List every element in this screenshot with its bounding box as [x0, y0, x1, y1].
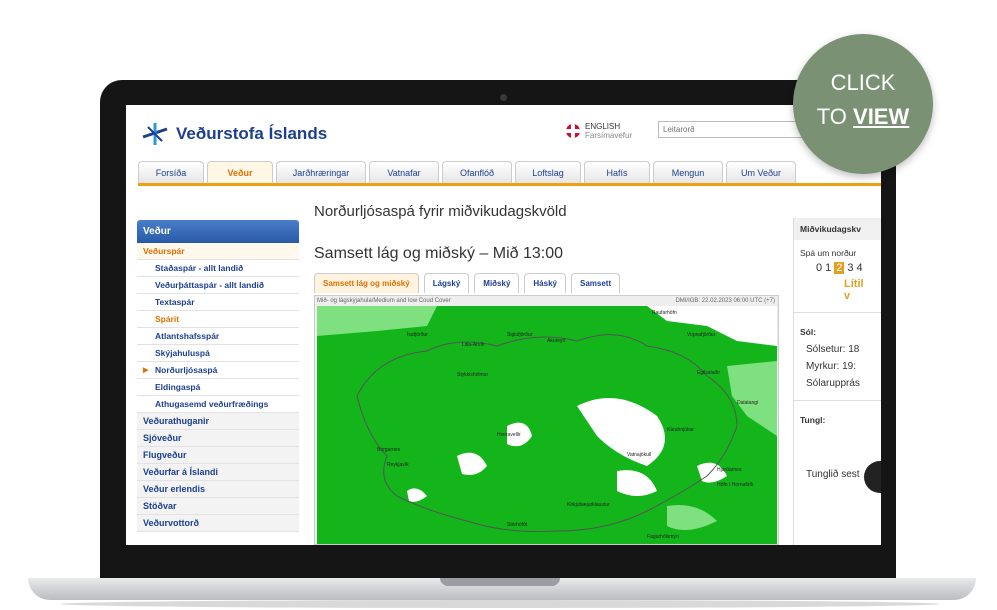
sidebar-header[interactable]: Veður	[137, 220, 299, 243]
tab-vatnafar[interactable]: Vatnafar	[369, 161, 439, 183]
sidebar-item-textaspar[interactable]: Textaspár	[137, 294, 299, 311]
sidebar-item-sparit[interactable]: Spárit	[137, 311, 299, 328]
main-navigation: Forsíða Veður Jarðhræringar Vatnafar Ofa…	[138, 161, 881, 186]
mobile-site-link[interactable]: Farsímavefur	[585, 131, 632, 140]
sidebar-item-stadaspar[interactable]: Staðaspár - allt landið	[137, 260, 299, 277]
map-place-borgarnes: Borgarnes	[377, 447, 401, 453]
kp-value: 3	[847, 262, 854, 274]
map-place-raufarhofn: Raufarhöfn	[652, 310, 677, 316]
sidebar-item-vedurathuganir[interactable]: Veðurathuganir	[137, 413, 299, 430]
language-label: ENGLISH	[585, 122, 621, 131]
cta-view-label: VIEW	[853, 104, 910, 129]
tab-jardhraeringar[interactable]: Jarðhræringar	[276, 161, 366, 183]
cloud-cover-map[interactable]: Mið- og lágskýjahula/Medium and low Coud…	[314, 295, 779, 545]
kp-value-selected: 2	[834, 262, 845, 274]
tab-samsett-lag-midsky[interactable]: Samsett lág og miðský	[314, 273, 419, 293]
sunrise-time: Sólarupprás	[806, 378, 860, 389]
uk-flag-icon	[566, 124, 580, 138]
tab-lagsky[interactable]: Lágský	[423, 273, 470, 293]
site-logo[interactable]: Veðurstofa Íslands	[140, 119, 327, 149]
kp-value: 0	[816, 262, 823, 274]
logo-icon	[142, 123, 168, 145]
map-place-fagurholsmyri: Fagurhólsmýri	[647, 534, 679, 540]
tab-mengun[interactable]: Mengun	[653, 161, 723, 183]
iceland-map: Raufarhöfn Vopnafjörður Akureyri Ísafjör…	[317, 306, 777, 544]
map-date: DMI/IGB: 22.02.2023 06:00 UTC (+7)	[675, 298, 775, 304]
map-place-hveravellir: Hveravellir	[497, 432, 521, 438]
kp-value: 1	[825, 262, 832, 274]
laptop-notch	[440, 578, 560, 586]
tab-loftslag[interactable]: Loftslag	[515, 161, 581, 183]
sun-heading: Sól:	[794, 312, 881, 341]
tab-hasky[interactable]: Háský	[524, 273, 566, 293]
tab-um-vedur[interactable]: Um Veður	[726, 161, 796, 183]
laptop-camera	[500, 94, 507, 101]
forecast-panel: Miðvikudagskv Spá um norður 0 1 2 3 4 Lí…	[793, 218, 881, 545]
map-place-karahnjukar: Kárahnjúkar	[667, 427, 694, 433]
section-title: Samsett lág og miðský – Mið 13:00	[314, 245, 564, 262]
cloud-layer-tabs: Samsett lág og miðský Lágský Miðský Hásk…	[314, 273, 621, 293]
cta-line2: TO VIEW	[793, 104, 933, 130]
sidebar-item-vedurvottord[interactable]: Veðurvottorð	[137, 515, 299, 532]
sidebar-item-stodvar[interactable]: Stöðvar	[137, 498, 299, 515]
language-switch[interactable]: ENGLISH Farsímavefur	[566, 122, 632, 140]
map-place-hjardarnes: Hjarðarnes	[717, 466, 742, 473]
sidebar: Veður Veðurspár Staðaspár - allt landið …	[137, 220, 299, 532]
browser-screen: Veðurstofa Íslands ENGLISH Farsímavefur …	[126, 105, 881, 545]
logo-text: Veðurstofa Íslands	[176, 124, 328, 143]
laptop-shadow	[60, 600, 940, 608]
dark-time: Myrkur: 19:	[806, 361, 857, 372]
sidebar-item-vedurfar[interactable]: Veðurfar á Íslandi	[137, 464, 299, 481]
map-place-vatnajokull: Vatnajökull	[627, 452, 651, 458]
sidebar-item-sjovedur[interactable]: Sjóveður	[137, 430, 299, 447]
map-place-hofn: Höfn í Hornafirði	[717, 481, 753, 488]
sidebar-item-athugasemd[interactable]: Athugasemd veðurfræðings	[137, 396, 299, 413]
tab-vedur[interactable]: Veður	[207, 161, 273, 183]
moon-heading: Tungl:	[794, 400, 881, 429]
cta-prefix: TO	[816, 104, 854, 129]
map-place-isafjordur: Ísafjörður	[407, 331, 428, 338]
sidebar-item-vedurspar[interactable]: Veðurspár	[137, 243, 299, 260]
aurora-forecast-label: Spá um norður	[800, 248, 857, 258]
activity-level: Lítil v	[844, 278, 864, 302]
map-place-siglufjordur: Siglufjörður	[507, 331, 533, 338]
cta-line1: CLICK	[830, 70, 896, 95]
sidebar-item-vedur-erlendis[interactable]: Veður erlendis	[137, 481, 299, 498]
sidebar-item-skyjahuluspa[interactable]: Skýjahuluspá	[137, 345, 299, 362]
map-place-litla-arvik: Litla-Árvík	[462, 341, 485, 348]
tab-midsky[interactable]: Miðský	[474, 273, 520, 293]
tab-ofanflod[interactable]: Ofanflóð	[442, 161, 512, 183]
sidebar-item-eldingaspa[interactable]: Eldingaspá	[137, 379, 299, 396]
sidebar-item-vedurthattaspar[interactable]: Veðurþáttaspár - allt landið	[137, 277, 299, 294]
page-title: Norðurljósaspá fyrir miðvikudagskvöld	[314, 203, 567, 220]
sidebar-item-atlantshafsspar[interactable]: Atlantshafsspár	[137, 328, 299, 345]
map-place-vopnafjordur: Vopnafjörður	[687, 331, 716, 338]
map-place-egilsstadir: Egilsstaðir	[697, 369, 720, 376]
tab-samsett[interactable]: Samsett	[570, 273, 621, 293]
map-place-reykjavik: Reykjavík	[387, 462, 409, 468]
map-place-storhofdi: Stórhöfði	[507, 521, 527, 528]
map-place-dalatangi: Dalatangi	[737, 400, 758, 406]
map-place-kirkjubaejarklaustur: Kirkjubæjarklaustur	[567, 502, 610, 508]
kp-value: 4	[856, 262, 863, 274]
sidebar-item-flugvedur[interactable]: Flugveður	[137, 447, 299, 464]
tab-forsida[interactable]: Forsíða	[138, 161, 204, 183]
click-to-view-button[interactable]: CLICK TO VIEW	[793, 34, 933, 174]
map-place-akureyri: Akureyri	[547, 338, 565, 344]
map-caption: Mið- og lágskýjahula/Medium and low Coud…	[317, 298, 451, 304]
sunset-time: Sólsetur: 18	[806, 344, 860, 355]
forecast-panel-title: Miðvikudagskv	[794, 218, 881, 240]
kp-index: 0 1 2 3 4	[794, 260, 881, 276]
sidebar-item-nordurljosaspa[interactable]: Norðurljósaspá	[137, 362, 299, 379]
tab-hafis[interactable]: Hafís	[584, 161, 650, 183]
map-place-stykkisholmur: Stykkishólmur	[457, 372, 488, 378]
